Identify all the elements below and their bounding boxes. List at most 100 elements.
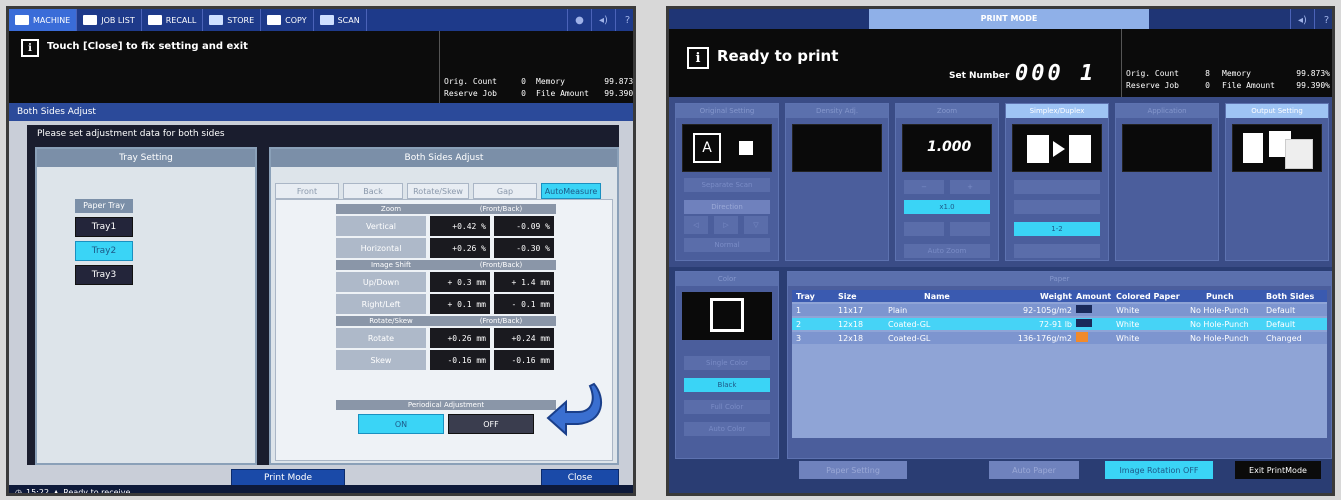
application-column[interactable]: Application xyxy=(1115,103,1219,261)
tab-recall[interactable]: RECALL xyxy=(142,9,204,31)
duplex-option-4[interactable] xyxy=(1014,244,1100,258)
zoom-preset-2[interactable] xyxy=(950,222,990,236)
paper-title: Paper xyxy=(788,272,1331,286)
volume-icon[interactable]: ◂) xyxy=(1290,9,1314,31)
page-front-icon xyxy=(1027,135,1049,163)
density-column[interactable]: Density Adj. xyxy=(785,103,889,261)
tab-scan[interactable]: SCAN xyxy=(314,9,367,31)
full-color-button[interactable]: Full Color xyxy=(684,400,770,414)
black-color-icon xyxy=(710,298,744,332)
tab-automeasure[interactable]: AutoMeasure xyxy=(541,183,601,199)
adjust-tabs: Front Back Rotate/Skew Gap AutoMeasure xyxy=(275,183,601,199)
memory-label: Memory xyxy=(1222,69,1251,78)
automeasure-content: Zoom (Front/Back) Vertical +0.42 % -0.09 … xyxy=(275,199,613,461)
table-row[interactable]: 1 11x17 Plain 92-105g/m2 White No Hole-P… xyxy=(792,304,1327,316)
periodical-adjustment-label: Periodical Adjustment xyxy=(336,400,556,410)
up-down-back-value: + 1.4 mm xyxy=(494,272,554,292)
auto-color-button[interactable]: Auto Color xyxy=(684,422,770,436)
tab-back[interactable]: Back xyxy=(343,183,403,199)
machine-icon xyxy=(15,15,29,25)
left-tab-bar: MACHINE JOB LIST RECALL STORE COPY SCAN … xyxy=(9,9,633,31)
rotate-back-value: +0.24 mm xyxy=(494,328,554,348)
image-shift-group-header: Image Shift (Front/Back) xyxy=(336,260,556,270)
receive-icon: ▲ xyxy=(53,487,60,496)
zoom-preset-1[interactable] xyxy=(904,222,944,236)
zoom-group-header: Zoom (Front/Back) xyxy=(336,204,556,214)
file-amount-label: File Amount xyxy=(536,89,589,98)
paper-setting-button[interactable]: Paper Setting xyxy=(799,461,907,479)
paper-table-header: Tray Size Name Weight Amount Colored Pap… xyxy=(792,290,1327,302)
zoom-column[interactable]: Zoom 1.000 − + x1.0 Auto Zoom xyxy=(895,103,999,261)
paper-panel: Paper Tray Size Name Weight Amount Color… xyxy=(787,271,1332,459)
up-down-label: Up/Down xyxy=(336,272,426,292)
black-button[interactable]: Black xyxy=(684,378,770,392)
density-display xyxy=(792,124,882,172)
periodical-off-button[interactable]: OFF xyxy=(448,414,534,434)
duplex-option-1[interactable] xyxy=(1014,180,1100,194)
tray3-button[interactable]: Tray3 xyxy=(75,265,133,285)
tab-rotate-skew[interactable]: Rotate/Skew xyxy=(407,183,469,199)
print-mode-title: PRINT MODE xyxy=(869,9,1149,29)
message-area: i Touch [Close] to fix setting and exit xyxy=(9,31,439,103)
tab-store[interactable]: STORE xyxy=(203,9,262,31)
separate-scan-button[interactable]: Separate Scan xyxy=(684,178,770,192)
reserve-job-value: 0 xyxy=(521,89,526,98)
right-left-back-value: - 0.1 mm xyxy=(494,294,554,314)
help-icon[interactable]: ? xyxy=(615,9,633,31)
duplex-option-2[interactable] xyxy=(1014,200,1100,214)
zoom-minus-button[interactable]: − xyxy=(904,180,944,194)
original-setting-display: A xyxy=(682,124,772,172)
file-amount-label: File Amount xyxy=(1222,81,1275,90)
tab-front[interactable]: Front xyxy=(275,183,339,199)
application-display xyxy=(1122,124,1212,172)
tab-machine[interactable]: MACHINE xyxy=(9,9,78,31)
table-row[interactable]: 2 12x18 Coated-GL 72-91 lb White No Hole… xyxy=(792,318,1327,330)
volume-icon[interactable]: ◂) xyxy=(591,9,615,31)
ready-message: Ready to print xyxy=(717,47,839,65)
tab-job-list[interactable]: JOB LIST xyxy=(77,9,142,31)
exit-print-mode-button[interactable]: Exit PrintMode xyxy=(1235,461,1321,479)
vertical-label: Vertical xyxy=(336,216,426,236)
both-sides-adjust-title: Both Sides Adjust xyxy=(271,149,617,167)
file-amount-value: 99.390% xyxy=(1296,81,1330,90)
tab-gap[interactable]: Gap xyxy=(473,183,537,199)
help-icon[interactable]: ? xyxy=(1314,9,1332,31)
staple-icon xyxy=(1243,133,1263,163)
zoom-plus-button[interactable]: + xyxy=(950,180,990,194)
right-top-bar: PRINT MODE ◂) ? xyxy=(669,9,1332,31)
right-screen: PRINT MODE ◂) ? i Ready to print Set Num… xyxy=(666,6,1335,496)
set-number-label: Set Number xyxy=(949,71,1010,81)
simplex-duplex-column[interactable]: Simplex/Duplex 1-2 xyxy=(1005,103,1109,261)
tab-copy[interactable]: COPY xyxy=(261,9,314,31)
globe-icon[interactable]: ● xyxy=(567,9,591,31)
image-rotation-off-button[interactable]: Image Rotation OFF xyxy=(1105,461,1213,479)
duplex-1-2-button[interactable]: 1-2 xyxy=(1014,222,1100,236)
tray-setting-panel: Tray Setting Paper Tray Tray1 Tray2 Tray… xyxy=(35,147,257,465)
table-row[interactable]: 3 12x18 Coated-GL 136-176g/m2 White No H… xyxy=(792,332,1327,344)
periodical-on-button[interactable]: ON xyxy=(358,414,444,434)
skew-label: Skew xyxy=(336,350,426,370)
zoom-x1-button[interactable]: x1.0 xyxy=(904,200,990,214)
paper-low-icon xyxy=(1076,332,1088,342)
color-display xyxy=(682,292,772,340)
paper-tray-label: Paper Tray xyxy=(75,199,133,213)
output-setting-column[interactable]: Output Setting xyxy=(1225,103,1329,261)
status-text: Ready to receive xyxy=(63,487,131,496)
tray2-button[interactable]: Tray2 xyxy=(75,241,133,261)
paper-full-icon xyxy=(1076,319,1092,327)
direction-right-icon[interactable]: ▷ xyxy=(714,216,738,234)
horizontal-front-value: +0.26 % xyxy=(430,238,490,258)
single-color-button[interactable]: Single Color xyxy=(684,356,770,370)
status-bar: ◷ 15:22 ▲ Ready to receive xyxy=(9,485,633,496)
info-icon: i xyxy=(21,39,39,57)
auto-paper-button[interactable]: Auto Paper xyxy=(989,461,1079,479)
job-list-icon xyxy=(83,15,98,25)
direction-left-icon[interactable]: ◁ xyxy=(684,216,708,234)
page-back-icon xyxy=(1069,135,1091,163)
original-setting-column[interactable]: Original Setting A Separate Scan Directi… xyxy=(675,103,779,261)
direction-down-icon[interactable]: ▽ xyxy=(744,216,768,234)
auto-zoom-button[interactable]: Auto Zoom xyxy=(904,244,990,258)
tray1-button[interactable]: Tray1 xyxy=(75,217,133,237)
color-panel: Color Single Color Black Full Color Auto… xyxy=(675,271,779,459)
horizontal-label: Horizontal xyxy=(336,238,426,258)
